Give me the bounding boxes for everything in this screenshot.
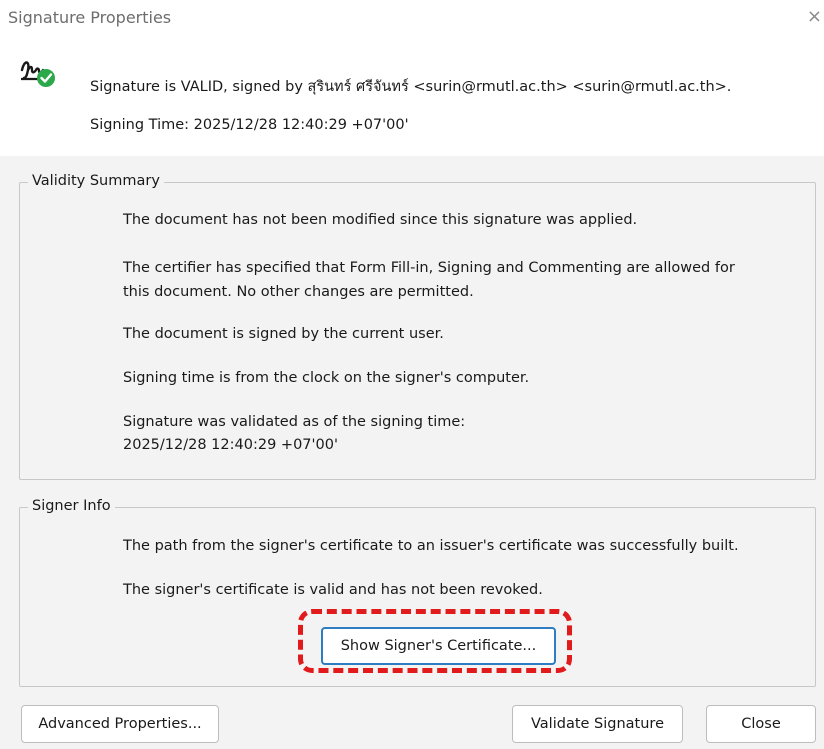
validity-line-not-modified: The document has not been modified since…	[123, 212, 638, 228]
red-dashed-highlight	[298, 609, 572, 673]
signature-properties-dialog: Signature Properties × Signature is VALI…	[0, 0, 824, 749]
validity-line-certifier-1: The certifier has specified that Form Fi…	[123, 260, 735, 276]
title-bar: Signature Properties ×	[0, 0, 824, 38]
close-icon[interactable]: ×	[807, 6, 822, 27]
validity-line-validated-time: 2025/12/28 12:40:29 +07'00'	[123, 437, 338, 453]
validity-line-current-user: The document is signed by the current us…	[123, 326, 444, 342]
signing-time-text: Signing Time: 2025/12/28 12:40:29 +07'00…	[90, 117, 409, 133]
signer-line-not-revoked: The signer's certificate is valid and ha…	[123, 582, 543, 598]
dialog-title: Signature Properties	[8, 8, 172, 27]
signer-line-path-built: The path from the signer's certificate t…	[123, 538, 739, 554]
validate-signature-button[interactable]: Validate Signature	[512, 705, 683, 743]
validity-line-signing-clock: Signing time is from the clock on the si…	[123, 370, 530, 386]
signature-status-text: Signature is VALID, signed by สุรินทร์ ศ…	[90, 79, 732, 95]
validity-line-validated-as-of: Signature was validated as of the signin…	[123, 414, 466, 430]
advanced-properties-button[interactable]: Advanced Properties...	[21, 705, 219, 743]
validity-summary-legend: Validity Summary	[28, 173, 164, 189]
signer-info-legend: Signer Info	[28, 498, 115, 514]
close-button[interactable]: Close	[706, 705, 816, 743]
validity-line-certifier-2: this document. No other changes are perm…	[123, 284, 474, 300]
signature-valid-icon	[20, 61, 55, 87]
